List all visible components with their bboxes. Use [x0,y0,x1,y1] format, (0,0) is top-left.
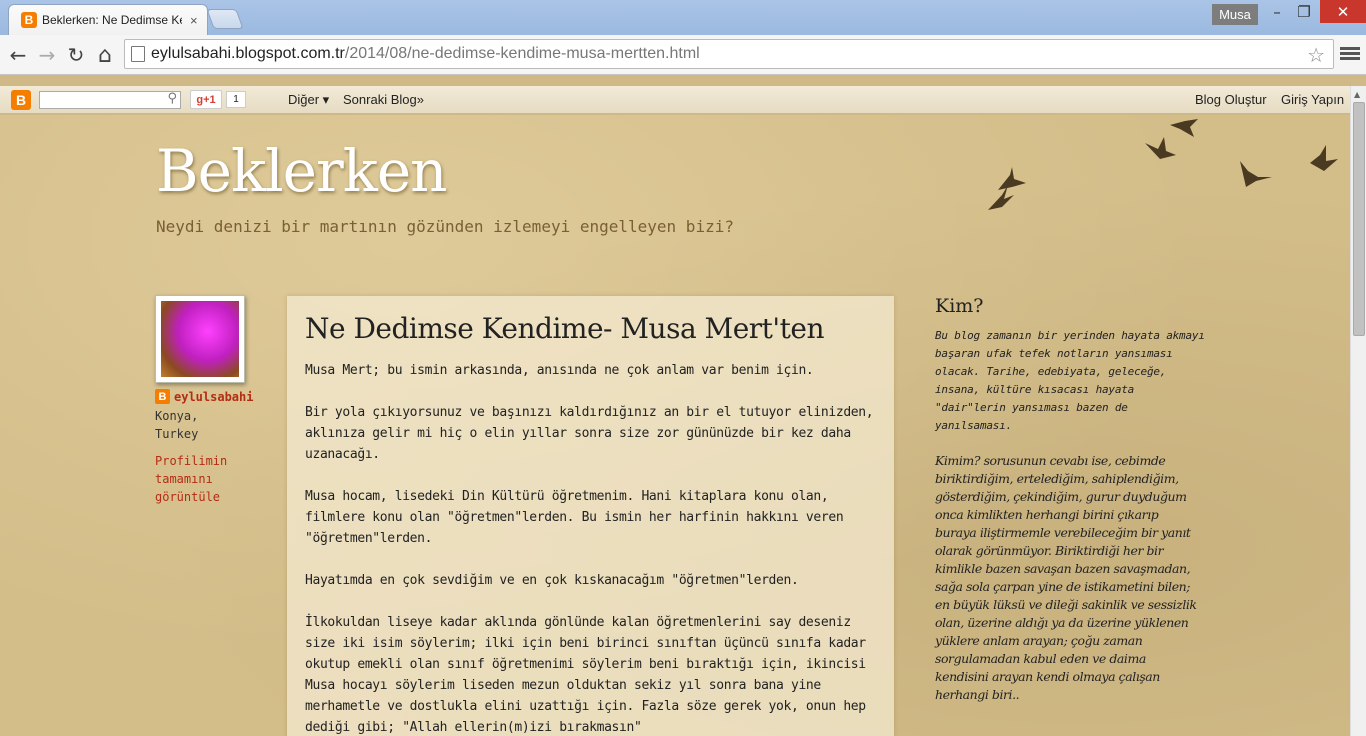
post-paragraph: İlkokuldan liseye kadar aklında gönlünde… [305,615,866,735]
new-tab-button[interactable] [206,9,244,29]
create-blog-link[interactable]: Blog Oluştur [1195,92,1267,107]
bird-icon [1240,161,1272,187]
scroll-up-arrow-icon[interactable]: ▲ [1354,90,1360,99]
bird-icon [1145,137,1176,159]
blogger-logo-icon[interactable]: B [11,90,31,110]
page-icon [131,46,145,62]
blog-search-input[interactable]: ⚲ [39,91,181,109]
avatar [161,301,239,377]
sidebar-title: Kim? [935,295,984,317]
browser-tab[interactable]: B Beklerken: Ne Dedimse Kendime- Musa Me… [8,4,208,35]
address-bar[interactable]: eylulsabahi.blogspot.com.tr/2014/08/ne-d… [124,39,1334,69]
tab-close-icon[interactable]: × [190,13,198,28]
url-host: eylulsabahi.blogspot.com.tr [151,45,345,62]
chrome-menu-icon[interactable] [1340,45,1360,65]
blog-description: Neydi denizi bir martının gözünden izlem… [156,217,734,236]
vertical-scrollbar[interactable]: ▲ [1350,86,1366,736]
next-blog-link[interactable]: Sonraki Blog» [343,92,424,107]
blogger-profile-icon: B [155,389,170,404]
post-paragraph: Hayatımda en çok sevdiğim ve en çok kısk… [305,573,799,588]
view-full-profile-link[interactable]: Profilimin tamamını görüntüle [155,452,245,506]
close-window-button[interactable]: ✕ [1320,0,1366,23]
minimize-button[interactable]: – [1264,0,1290,23]
forward-arrow-icon[interactable]: → [35,43,59,67]
browser-title-bar: B Beklerken: Ne Dedimse Kendime- Musa Me… [0,0,1366,35]
home-icon[interactable]: ⌂ [93,43,117,68]
tab-title: Beklerken: Ne Dedimse Kendime- Musa Mert… [42,13,182,27]
more-menu[interactable]: Diğer ▾ [288,92,329,108]
maximize-button[interactable]: ❐ [1290,0,1318,23]
blog-title[interactable]: Beklerken [156,137,448,205]
post-title[interactable]: Ne Dedimse Kendime- Musa Mert'ten [305,312,825,345]
blogger-favicon-icon: B [21,12,37,28]
reload-icon[interactable]: ↻ [64,43,88,67]
profile-name-row[interactable]: B eylulsabahi [155,389,253,404]
bird-icon [1170,119,1198,137]
profile-city: Konya, [155,409,199,423]
bird-icon [998,167,1026,190]
post-paragraph: Musa hocam, lisedeki Din Kültürü öğretme… [305,489,844,546]
post-paragraph: Musa Mert; bu ismin arkasında, anısında … [305,363,814,378]
blogger-navbar: B ⚲ g+1 1 Diğer ▾ Sonraki Blog» Blog Olu… [0,86,1350,114]
sidebar-about-text: Kimim? sorusunun cevabı ise, cebimde bir… [935,453,1197,702]
profile-photo[interactable] [155,295,245,383]
back-arrow-icon[interactable]: ← [6,43,30,67]
profile-name-link[interactable]: eylulsabahi [174,390,253,404]
plus-one-count: 1 [226,91,246,108]
scroll-thumb[interactable] [1353,102,1365,336]
sidebar-intro-text: Bu blog zamanın bir yerinden hayata akma… [935,329,1205,432]
browser-toolbar: ← → ↻ ⌂ eylulsabahi.blogspot.com.tr/2014… [0,35,1366,75]
post-body: Musa Mert; bu ismin arkasında, anısında … [305,360,880,736]
blog-page: Beklerken Neydi denizi bir martının gözü… [0,115,1350,736]
bird-icon [1310,145,1338,171]
google-plus-one-button[interactable]: g+1 [190,90,222,109]
post-paragraph: Bir yola çıkıyorsunuz ve başınızı kaldır… [305,405,874,462]
sign-in-link[interactable]: Giriş Yapın [1281,92,1344,107]
flying-birds-decoration [988,119,1338,210]
blog-post: Ne Dedimse Kendime- Musa Mert'ten Musa M… [287,296,894,736]
bookmark-star-icon[interactable]: ☆ [1307,43,1325,67]
user-profile-badge[interactable]: Musa [1212,4,1258,25]
profile-country: Turkey [155,427,199,441]
url-path: /2014/08/ne-dedimse-kendime-musa-mertten… [344,45,700,62]
search-icon[interactable]: ⚲ [167,91,177,106]
